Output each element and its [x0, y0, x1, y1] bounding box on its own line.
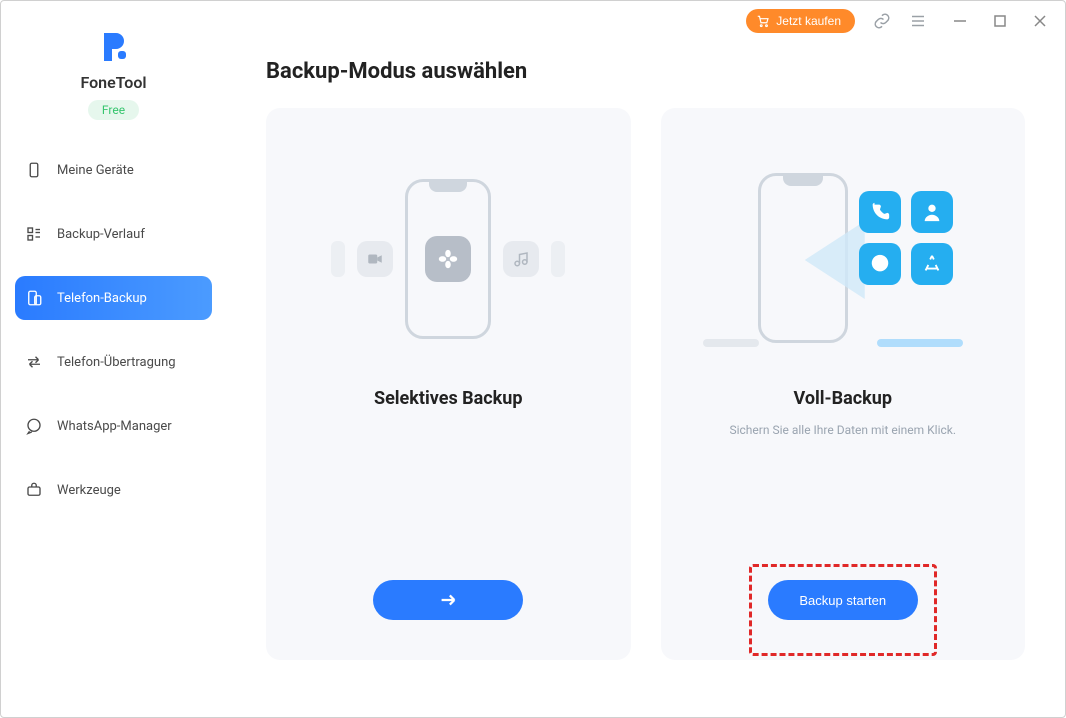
transfer-icon — [25, 353, 43, 371]
sidebar-item-label: WhatsApp-Manager — [57, 419, 172, 434]
toolbox-icon — [25, 481, 43, 499]
app-logo-icon — [96, 29, 132, 65]
sidebar-item-tools[interactable]: Werkzeuge — [15, 468, 212, 512]
buy-now-label: Jetzt kaufen — [776, 14, 841, 28]
full-backup-start-label: Backup starten — [799, 593, 886, 608]
full-backup-title: Voll-Backup — [794, 388, 892, 409]
selective-backup-start-button[interactable] — [373, 580, 523, 620]
buy-now-button[interactable]: Jetzt kaufen — [746, 9, 855, 33]
phone-backup-icon — [25, 289, 43, 307]
message-icon — [859, 243, 901, 285]
menu-icon[interactable] — [909, 12, 927, 30]
history-list-icon — [25, 225, 43, 243]
device-icon — [25, 161, 43, 179]
phone-call-icon — [859, 191, 901, 233]
full-backup-card[interactable]: Voll-Backup Sichern Sie alle Ihre Daten … — [661, 108, 1026, 660]
music-icon — [503, 241, 539, 277]
page-title: Backup-Modus auswählen — [266, 59, 1025, 84]
full-backup-subtitle: Sichern Sie alle Ihre Daten mit einem Kl… — [729, 423, 956, 437]
sidebar-item-label: Telefon-Übertragung — [57, 355, 176, 370]
appstore-icon — [911, 243, 953, 285]
fan-icon — [425, 236, 471, 282]
link-icon[interactable] — [873, 12, 891, 30]
minimize-button[interactable] — [953, 14, 967, 28]
selective-backup-illustration — [294, 164, 603, 354]
full-backup-illustration — [689, 164, 998, 354]
app-name: FoneTool — [80, 73, 146, 92]
selective-backup-title: Selektives Backup — [374, 388, 523, 409]
sidebar-item-backup-history[interactable]: Backup-Verlauf — [15, 212, 212, 256]
arrow-right-icon — [437, 589, 459, 611]
sidebar-item-label: Telefon-Backup — [57, 291, 147, 306]
sidebar-item-phone-backup[interactable]: Telefon-Backup — [15, 276, 212, 320]
maximize-button[interactable] — [993, 14, 1007, 28]
free-badge: Free — [88, 100, 139, 120]
sidebar-item-label: Meine Geräte — [57, 163, 134, 178]
full-backup-start-button[interactable]: Backup starten — [768, 580, 918, 620]
sidebar-item-whatsapp-manager[interactable]: WhatsApp-Manager — [15, 404, 212, 448]
sidebar-item-phone-transfer[interactable]: Telefon-Übertragung — [15, 340, 212, 384]
sidebar-item-label: Werkzeuge — [57, 483, 121, 498]
sidebar-item-label: Backup-Verlauf — [57, 227, 145, 242]
video-icon — [357, 241, 393, 277]
chat-icon — [25, 417, 43, 435]
close-button[interactable] — [1033, 14, 1047, 28]
contact-icon — [911, 191, 953, 233]
cart-icon — [756, 14, 770, 28]
sidebar-item-my-devices[interactable]: Meine Geräte — [15, 148, 212, 192]
selective-backup-card[interactable]: Selektives Backup — [266, 108, 631, 660]
